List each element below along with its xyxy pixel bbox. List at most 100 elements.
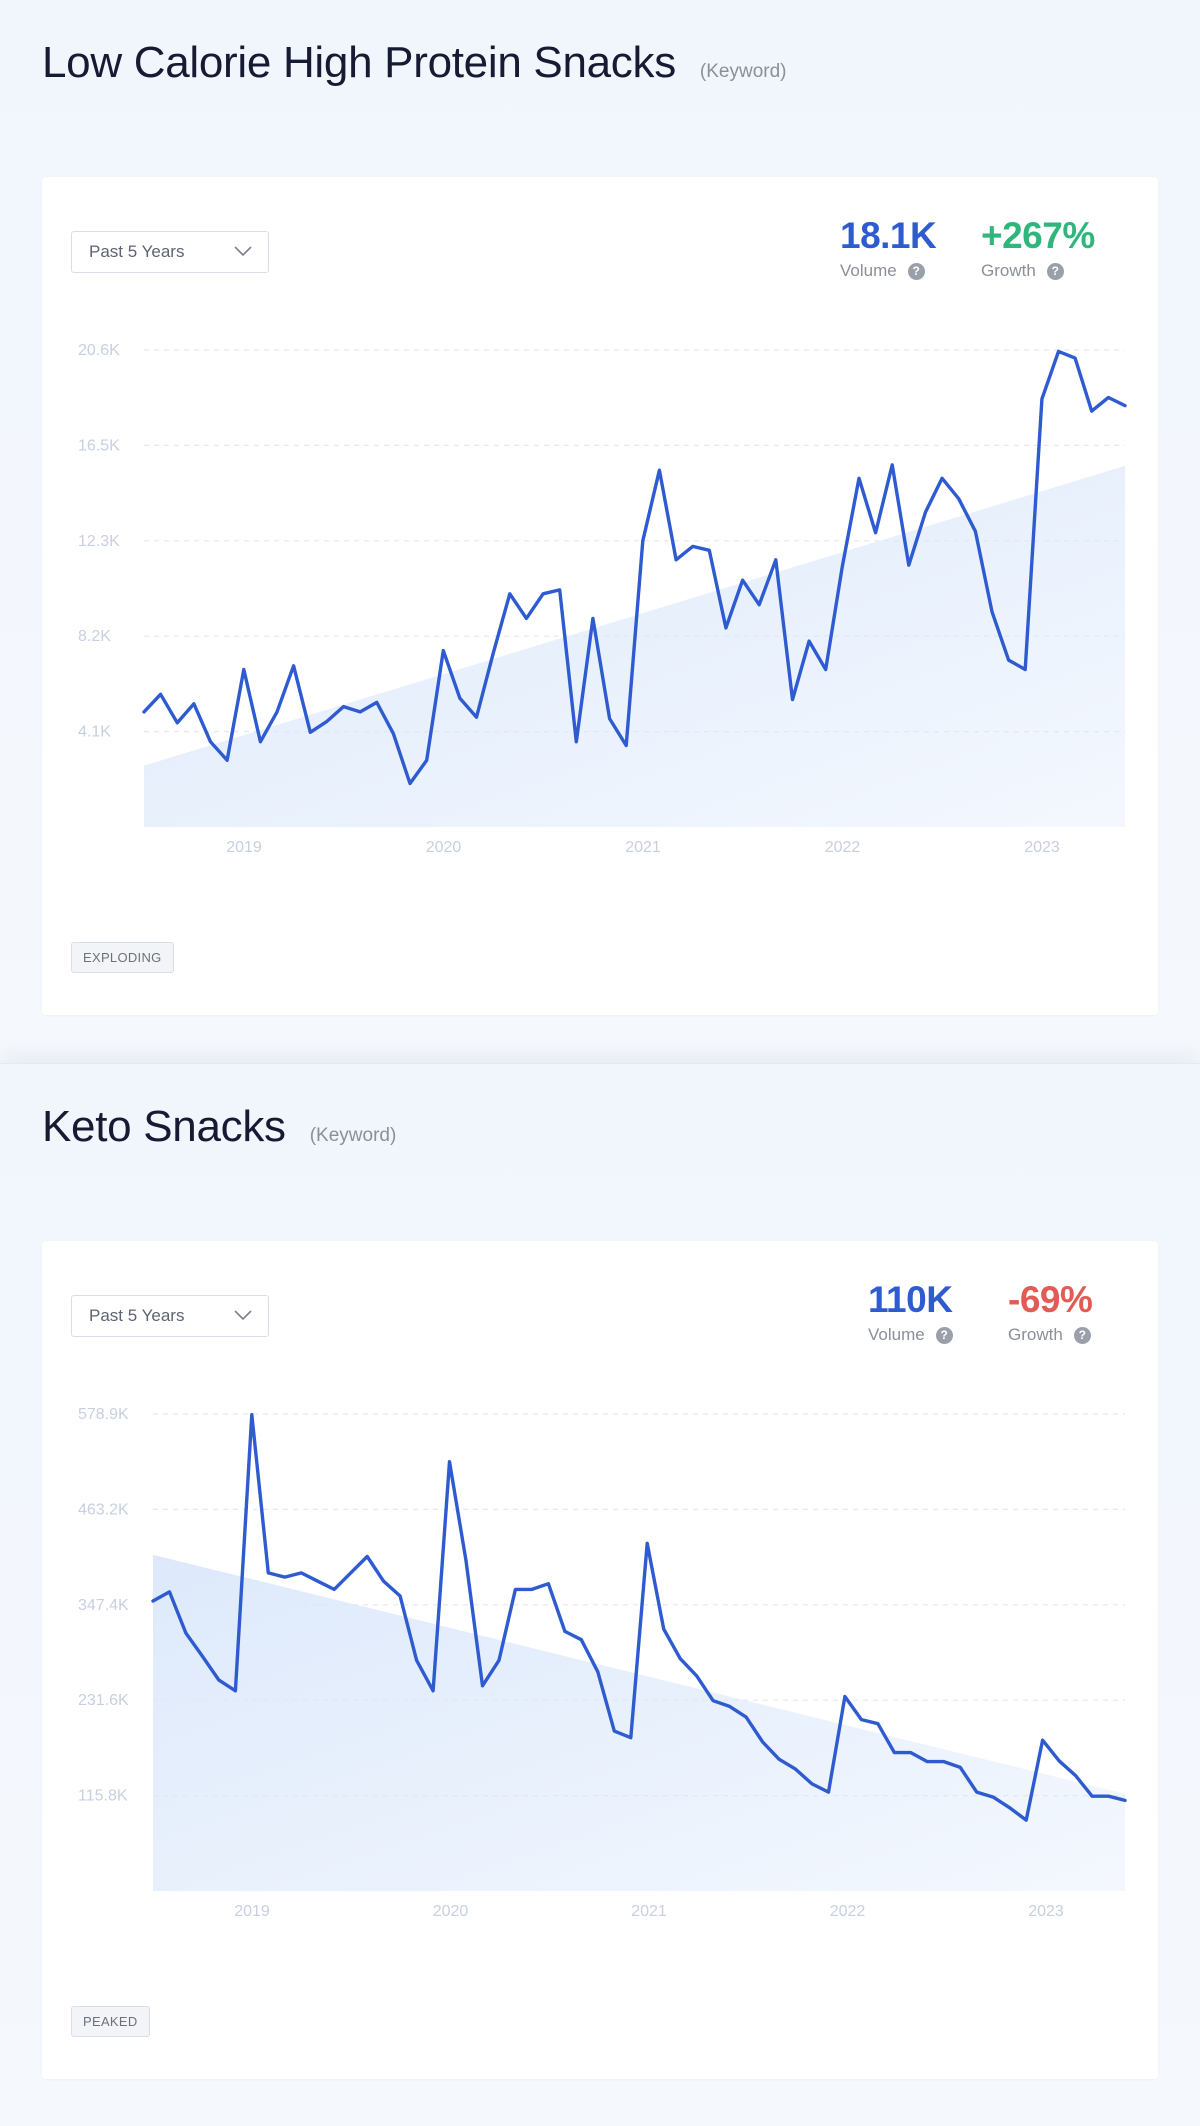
data-point[interactable] — [786, 694, 798, 706]
data-point[interactable] — [188, 698, 200, 710]
data-point[interactable] — [707, 1695, 719, 1707]
data-point[interactable] — [421, 754, 433, 766]
data-point[interactable] — [1103, 1790, 1115, 1802]
data-point[interactable] — [986, 606, 998, 618]
data-point[interactable] — [1004, 1802, 1016, 1814]
data-point[interactable] — [740, 1711, 752, 1723]
data-point[interactable] — [954, 1761, 966, 1773]
data-point[interactable] — [1086, 405, 1098, 417]
data-point[interactable] — [674, 1653, 686, 1665]
data-point[interactable] — [806, 1778, 818, 1790]
data-point[interactable] — [504, 588, 516, 600]
data-point[interactable] — [987, 1791, 999, 1803]
data-point[interactable] — [254, 736, 266, 748]
data-point[interactable] — [658, 1623, 670, 1635]
data-point[interactable] — [371, 696, 383, 708]
data-point[interactable] — [570, 736, 582, 748]
data-point[interactable] — [295, 1567, 307, 1579]
data-point[interactable] — [936, 472, 948, 484]
data-point[interactable] — [427, 1685, 439, 1697]
data-point[interactable] — [180, 1627, 192, 1639]
data-point[interactable] — [870, 527, 882, 539]
data-point[interactable] — [321, 715, 333, 727]
data-point[interactable] — [288, 660, 300, 672]
data-point[interactable] — [753, 599, 765, 611]
data-point[interactable] — [394, 1590, 406, 1602]
data-point[interactable] — [262, 1567, 274, 1579]
data-point[interactable] — [542, 1578, 554, 1590]
data-point[interactable] — [238, 664, 250, 676]
data-point[interactable] — [312, 1575, 324, 1587]
data-point[interactable] — [454, 692, 466, 704]
data-point[interactable] — [653, 464, 665, 476]
data-point[interactable] — [147, 1595, 159, 1607]
data-point[interactable] — [354, 706, 366, 718]
data-point[interactable] — [836, 561, 848, 573]
data-point[interactable] — [757, 1736, 769, 1748]
data-point[interactable] — [1070, 1770, 1082, 1782]
data-point[interactable] — [888, 1747, 900, 1759]
data-point[interactable] — [271, 706, 283, 718]
data-point[interactable] — [509, 1583, 521, 1595]
data-point[interactable] — [246, 1409, 258, 1421]
data-point[interactable] — [1037, 1734, 1049, 1746]
data-point[interactable] — [213, 1674, 225, 1686]
data-point[interactable] — [703, 544, 715, 556]
data-point[interactable] — [205, 736, 217, 748]
data-point[interactable] — [378, 1575, 390, 1587]
data-point[interactable] — [1052, 345, 1064, 357]
data-point[interactable] — [620, 739, 632, 751]
data-point[interactable] — [608, 1725, 620, 1737]
data-point[interactable] — [953, 493, 965, 505]
data-point[interactable] — [1020, 1814, 1032, 1826]
data-point[interactable] — [790, 1763, 802, 1775]
data-point[interactable] — [770, 554, 782, 566]
data-point[interactable] — [520, 612, 532, 624]
data-point[interactable] — [476, 1680, 488, 1692]
data-point[interactable] — [404, 777, 416, 789]
data-point[interactable] — [1053, 1755, 1065, 1767]
data-point[interactable] — [905, 1747, 917, 1759]
data-point[interactable] — [471, 711, 483, 723]
data-point[interactable] — [822, 1786, 834, 1798]
data-point[interactable] — [1119, 400, 1131, 412]
data-point[interactable] — [691, 1670, 703, 1682]
data-point[interactable] — [737, 574, 749, 586]
data-point[interactable] — [720, 622, 732, 634]
data-point[interactable] — [587, 612, 599, 624]
data-point[interactable] — [1086, 1790, 1098, 1802]
data-point[interactable] — [338, 701, 350, 713]
data-point[interactable] — [554, 584, 566, 596]
data-point[interactable] — [526, 1583, 538, 1595]
data-point[interactable] — [938, 1756, 950, 1768]
data-point[interactable] — [855, 1714, 867, 1726]
data-point[interactable] — [1019, 664, 1031, 676]
data-point[interactable] — [921, 1756, 933, 1768]
data-point[interactable] — [919, 506, 931, 518]
data-point[interactable] — [304, 726, 316, 738]
data-point[interactable] — [575, 1634, 587, 1646]
data-point[interactable] — [971, 1786, 983, 1798]
data-point[interactable] — [537, 588, 549, 600]
data-point[interactable] — [625, 1732, 637, 1744]
data-point[interactable] — [592, 1666, 604, 1678]
data-point[interactable] — [361, 1550, 373, 1562]
data-point[interactable] — [196, 1650, 208, 1662]
data-point[interactable] — [820, 664, 832, 676]
data-point[interactable] — [724, 1700, 736, 1712]
data-point[interactable] — [604, 713, 616, 725]
data-point[interactable] — [687, 540, 699, 552]
data-point[interactable] — [493, 1654, 505, 1666]
data-point[interactable] — [437, 645, 449, 657]
data-point[interactable] — [460, 1555, 472, 1567]
data-point[interactable] — [559, 1625, 571, 1637]
data-point[interactable] — [637, 535, 649, 547]
data-point[interactable] — [155, 688, 167, 700]
data-point[interactable] — [853, 472, 865, 484]
data-point[interactable] — [345, 1567, 357, 1579]
data-point[interactable] — [839, 1691, 851, 1703]
data-point[interactable] — [969, 525, 981, 537]
data-point[interactable] — [1102, 391, 1114, 403]
data-point[interactable] — [328, 1583, 340, 1595]
data-point[interactable] — [1119, 1794, 1131, 1806]
